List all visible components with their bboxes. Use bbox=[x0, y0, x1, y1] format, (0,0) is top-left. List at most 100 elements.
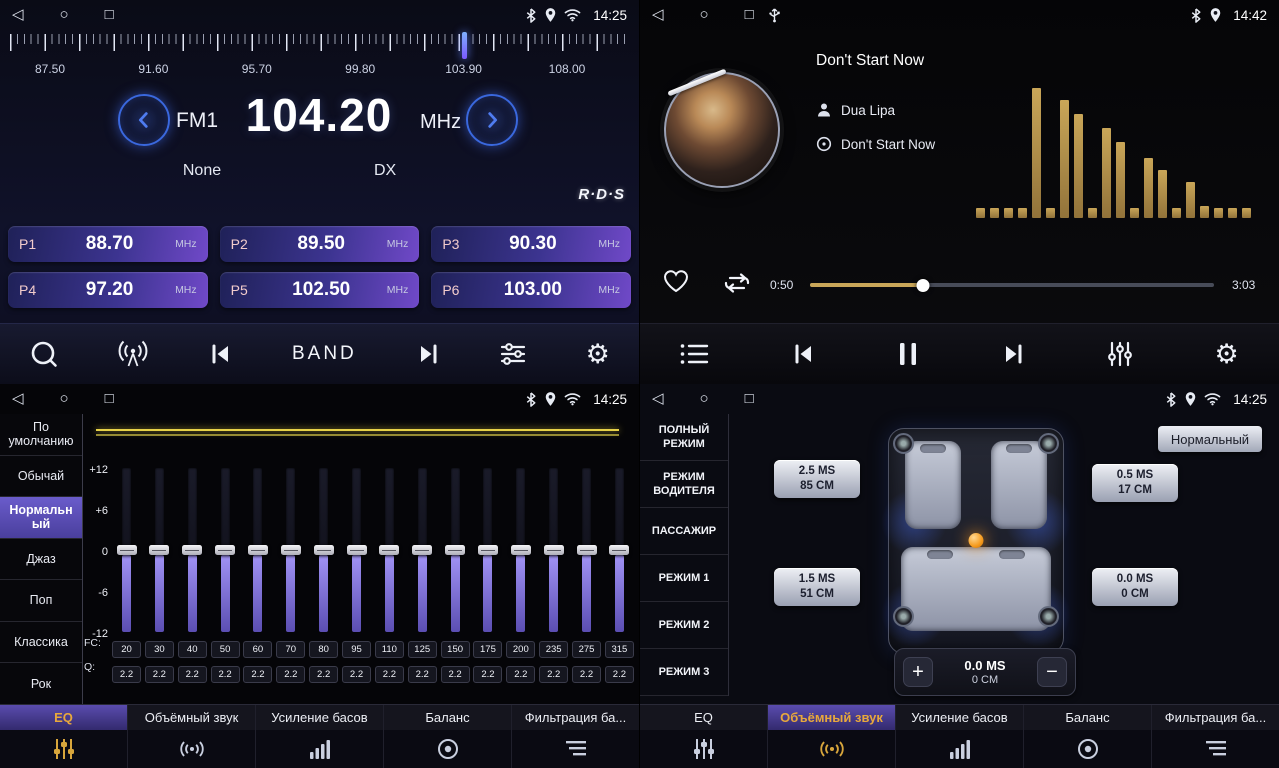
field-preset-button[interactable]: Нормальный bbox=[1158, 426, 1262, 452]
broadcast-antenna-icon[interactable] bbox=[117, 339, 149, 369]
repeat-icon[interactable] bbox=[722, 270, 752, 296]
eq-band-slider[interactable] bbox=[352, 468, 361, 632]
field-mode-item[interactable]: РЕЖИМ ВОДИТЕЛЯ bbox=[640, 461, 728, 508]
eq-band-handle[interactable] bbox=[609, 545, 629, 555]
eq-band-handle[interactable] bbox=[117, 545, 137, 555]
preset-button[interactable]: P289.50MHz bbox=[220, 226, 420, 262]
eq-band-handle[interactable] bbox=[478, 545, 498, 555]
preset-button[interactable]: P390.30MHz bbox=[431, 226, 631, 262]
recents-icon[interactable]: □ bbox=[745, 384, 754, 414]
field-mode-item[interactable]: ПАССАЖИР bbox=[640, 508, 728, 555]
eq-band-slider[interactable] bbox=[253, 468, 262, 632]
back-icon[interactable]: ◁ bbox=[652, 384, 664, 414]
eq-band-slider[interactable] bbox=[122, 468, 131, 632]
eq-preset-item[interactable]: Классика bbox=[0, 622, 82, 664]
field-mode-item[interactable]: РЕЖИМ 3 bbox=[640, 649, 728, 696]
pause-icon[interactable] bbox=[897, 341, 919, 367]
field-mode-item[interactable]: РЕЖИМ 1 bbox=[640, 555, 728, 602]
eq-band-handle[interactable] bbox=[215, 545, 235, 555]
delay-front-right[interactable]: 0.5 MS 17 CM bbox=[1092, 464, 1178, 502]
delay-increase-button[interactable]: + bbox=[903, 657, 933, 687]
preset-button[interactable]: P5102.50MHz bbox=[220, 272, 420, 308]
preset-button[interactable]: P6103.00MHz bbox=[431, 272, 631, 308]
preset-button[interactable]: P497.20MHz bbox=[8, 272, 208, 308]
delay-front-left[interactable]: 2.5 MS 85 CM bbox=[774, 460, 860, 498]
settings-gear-icon[interactable]: ⚙ bbox=[1214, 341, 1238, 368]
eq-band-slider[interactable] bbox=[319, 468, 328, 632]
home-icon[interactable]: ○ bbox=[60, 384, 69, 414]
eq-band-slider[interactable] bbox=[418, 468, 427, 632]
previous-track-icon[interactable] bbox=[791, 342, 817, 366]
tune-up-button[interactable] bbox=[466, 94, 518, 146]
eq-band-handle[interactable] bbox=[412, 545, 432, 555]
home-icon[interactable]: ○ bbox=[60, 0, 69, 30]
band-button[interactable]: BAND bbox=[292, 343, 357, 365]
tab-bass-boost[interactable]: Усиление басов bbox=[896, 705, 1024, 768]
eq-band-slider[interactable] bbox=[483, 468, 492, 632]
tab-eq-sliders[interactable]: EQ bbox=[640, 705, 768, 768]
back-icon[interactable]: ◁ bbox=[12, 0, 24, 30]
eq-preset-item[interactable]: Рок bbox=[0, 663, 82, 705]
eq-preset-item[interactable]: Обычай bbox=[0, 456, 82, 498]
recents-icon[interactable]: □ bbox=[105, 0, 114, 30]
playlist-icon[interactable] bbox=[680, 342, 710, 366]
eq-band-handle[interactable] bbox=[445, 545, 465, 555]
home-icon[interactable]: ○ bbox=[700, 0, 709, 30]
delay-decrease-button[interactable]: − bbox=[1037, 657, 1067, 687]
eq-band-slider[interactable] bbox=[155, 468, 164, 632]
preset-button[interactable]: P188.70MHz bbox=[8, 226, 208, 262]
tab-eq-sliders[interactable]: EQ bbox=[0, 705, 128, 768]
next-track-icon[interactable] bbox=[415, 342, 441, 366]
eq-band-handle[interactable] bbox=[314, 545, 334, 555]
home-icon[interactable]: ○ bbox=[700, 384, 709, 414]
eq-band-handle[interactable] bbox=[281, 545, 301, 555]
eq-band-handle[interactable] bbox=[379, 545, 399, 555]
tab-bass-boost[interactable]: Усиление басов bbox=[256, 705, 384, 768]
delay-rear-left[interactable]: 1.5 MS 51 CM bbox=[774, 568, 860, 606]
frequency-ruler[interactable] bbox=[10, 34, 629, 60]
tab-balance[interactable]: Баланс bbox=[1024, 705, 1152, 768]
previous-track-icon[interactable] bbox=[208, 342, 234, 366]
tune-settings-icon[interactable] bbox=[499, 341, 527, 367]
eq-band-slider[interactable] bbox=[221, 468, 230, 632]
field-mode-item[interactable]: ПОЛНЫЙ РЕЖИМ bbox=[640, 414, 728, 461]
recents-icon[interactable]: □ bbox=[105, 384, 114, 414]
tab-balance[interactable]: Баланс bbox=[384, 705, 512, 768]
eq-band-slider[interactable] bbox=[451, 468, 460, 632]
eq-preset-item[interactable]: Джаз bbox=[0, 539, 82, 581]
eq-band-handle[interactable] bbox=[577, 545, 597, 555]
seek-bar[interactable] bbox=[810, 283, 1214, 287]
tab-surround-sound[interactable]: Объёмный звук bbox=[768, 705, 896, 768]
favorite-heart-icon[interactable] bbox=[662, 268, 690, 294]
next-track-icon[interactable] bbox=[1000, 342, 1026, 366]
tab-filter[interactable]: Фильтрация ба... bbox=[512, 705, 639, 768]
tune-down-button[interactable] bbox=[118, 94, 170, 146]
eq-band-handle[interactable] bbox=[248, 545, 268, 555]
scan-icon[interactable] bbox=[29, 339, 59, 369]
eq-band-slider[interactable] bbox=[188, 468, 197, 632]
back-icon[interactable]: ◁ bbox=[652, 0, 664, 30]
eq-band-slider[interactable] bbox=[385, 468, 394, 632]
eq-preset-item[interactable]: Поп bbox=[0, 580, 82, 622]
eq-band-handle[interactable] bbox=[511, 545, 531, 555]
back-icon[interactable]: ◁ bbox=[12, 384, 24, 414]
eq-band-slider[interactable] bbox=[549, 468, 558, 632]
tab-filter[interactable]: Фильтрация ба... bbox=[1152, 705, 1279, 768]
delay-rear-right[interactable]: 0.0 MS 0 CM bbox=[1092, 568, 1178, 606]
eq-preset-item[interactable]: Нормальный bbox=[0, 497, 82, 539]
tuning-indicator[interactable] bbox=[462, 32, 467, 59]
mixer-icon[interactable] bbox=[1106, 341, 1134, 367]
eq-band-slider[interactable] bbox=[516, 468, 525, 632]
eq-band-handle[interactable] bbox=[544, 545, 564, 555]
eq-band-slider[interactable] bbox=[615, 468, 624, 632]
eq-band-handle[interactable] bbox=[149, 545, 169, 555]
eq-band-slider[interactable] bbox=[286, 468, 295, 632]
eq-band-handle[interactable] bbox=[182, 545, 202, 555]
listening-position-dot[interactable] bbox=[969, 533, 984, 548]
progress-thumb[interactable] bbox=[917, 279, 930, 292]
recents-icon[interactable]: □ bbox=[745, 0, 754, 30]
eq-band-handle[interactable] bbox=[347, 545, 367, 555]
field-mode-item[interactable]: РЕЖИМ 2 bbox=[640, 602, 728, 649]
eq-preset-item[interactable]: По умолчанию bbox=[0, 414, 82, 456]
eq-band-slider[interactable] bbox=[582, 468, 591, 632]
